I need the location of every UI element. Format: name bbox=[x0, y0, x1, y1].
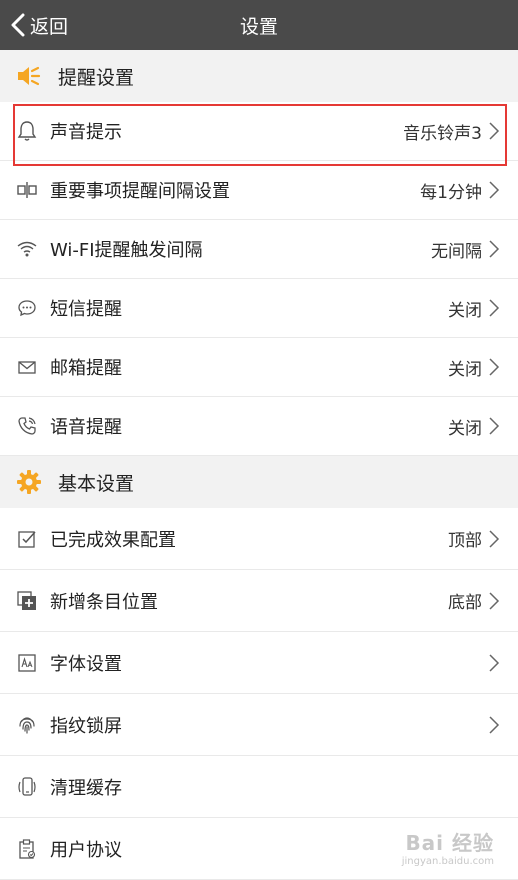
add-item-icon bbox=[14, 588, 40, 614]
row-completed-effect[interactable]: 已完成效果配置 顶部 bbox=[0, 508, 518, 570]
font-icon bbox=[14, 650, 40, 676]
top-bar: 返回 设置 bbox=[0, 0, 518, 50]
row-label: 字体设置 bbox=[50, 653, 122, 675]
row-label: 用户协议 bbox=[50, 839, 122, 861]
section-header-basic: 基本设置 bbox=[0, 456, 518, 508]
row-fingerprint-lock[interactable]: 指纹锁屏 bbox=[0, 694, 518, 756]
section-title: 提醒设置 bbox=[58, 66, 135, 89]
wifi-icon bbox=[14, 236, 40, 262]
row-label: 语音提醒 bbox=[50, 417, 122, 438]
back-button[interactable]: 返回 bbox=[10, 0, 68, 50]
row-label: 清理缓存 bbox=[50, 777, 122, 799]
interval-icon bbox=[14, 177, 40, 203]
row-label: 重要事项提醒间隔设置 bbox=[50, 181, 230, 202]
row-new-item-position[interactable]: 新增条目位置 底部 bbox=[0, 570, 518, 632]
chevron-right-icon bbox=[488, 180, 502, 200]
row-font-settings[interactable]: 字体设置 bbox=[0, 632, 518, 694]
row-clear-cache[interactable]: 清理缓存 bbox=[0, 756, 518, 818]
row-label: 短信提醒 bbox=[50, 299, 122, 320]
row-important-interval[interactable]: 重要事项提醒间隔设置 每1分钟 bbox=[0, 161, 518, 220]
chevron-left-icon bbox=[11, 13, 25, 37]
row-label: Wi-FI提醒触发间隔 bbox=[50, 240, 203, 261]
section-header-reminder: 提醒设置 bbox=[0, 50, 518, 102]
row-label: 邮箱提醒 bbox=[50, 358, 122, 379]
row-voice-reminder[interactable]: 语音提醒 关闭 bbox=[0, 397, 518, 456]
row-value: 关闭 bbox=[448, 300, 482, 321]
gear-icon bbox=[14, 467, 44, 497]
envelope-icon bbox=[14, 354, 40, 380]
row-value: 顶部 bbox=[448, 531, 482, 551]
row-value: 每1分钟 bbox=[420, 182, 482, 203]
row-label: 声音提示 bbox=[50, 122, 122, 143]
row-label: 新增条目位置 bbox=[50, 591, 158, 613]
row-value: 关闭 bbox=[448, 359, 482, 380]
phone-clean-icon bbox=[14, 774, 40, 800]
page-title: 设置 bbox=[239, 15, 278, 38]
chevron-right-icon bbox=[488, 121, 502, 141]
chevron-right-icon bbox=[488, 529, 502, 549]
checkbox-icon bbox=[14, 526, 40, 552]
chevron-right-icon bbox=[488, 591, 502, 611]
chevron-right-icon bbox=[488, 653, 502, 673]
row-value: 关闭 bbox=[448, 418, 482, 439]
speaker-icon bbox=[14, 61, 44, 91]
row-email-reminder[interactable]: 邮箱提醒 关闭 bbox=[0, 338, 518, 397]
row-label: 指纹锁屏 bbox=[50, 715, 122, 737]
row-wifi-interval[interactable]: Wi-FI提醒触发间隔 无间隔 bbox=[0, 220, 518, 279]
section-title: 基本设置 bbox=[58, 472, 135, 495]
row-value: 无间隔 bbox=[431, 241, 482, 262]
back-label: 返回 bbox=[30, 15, 69, 38]
chat-bubble-icon bbox=[14, 295, 40, 321]
clipboard-icon bbox=[14, 836, 40, 862]
chevron-right-icon bbox=[488, 239, 502, 259]
fingerprint-icon bbox=[14, 712, 40, 738]
row-user-agreement[interactable]: 用户协议 bbox=[0, 818, 518, 880]
row-sms-reminder[interactable]: 短信提醒 关闭 bbox=[0, 279, 518, 338]
chevron-right-icon bbox=[488, 357, 502, 377]
row-sound-alert[interactable]: 声音提示 音乐铃声3 bbox=[0, 102, 518, 161]
chevron-right-icon bbox=[488, 715, 502, 735]
chevron-right-icon bbox=[488, 298, 502, 318]
chevron-right-icon bbox=[488, 416, 502, 436]
row-label: 已完成效果配置 bbox=[50, 529, 176, 551]
row-value: 底部 bbox=[448, 593, 482, 613]
row-value: 音乐铃声3 bbox=[403, 123, 482, 144]
phone-icon bbox=[14, 413, 40, 439]
bell-icon bbox=[14, 118, 40, 144]
